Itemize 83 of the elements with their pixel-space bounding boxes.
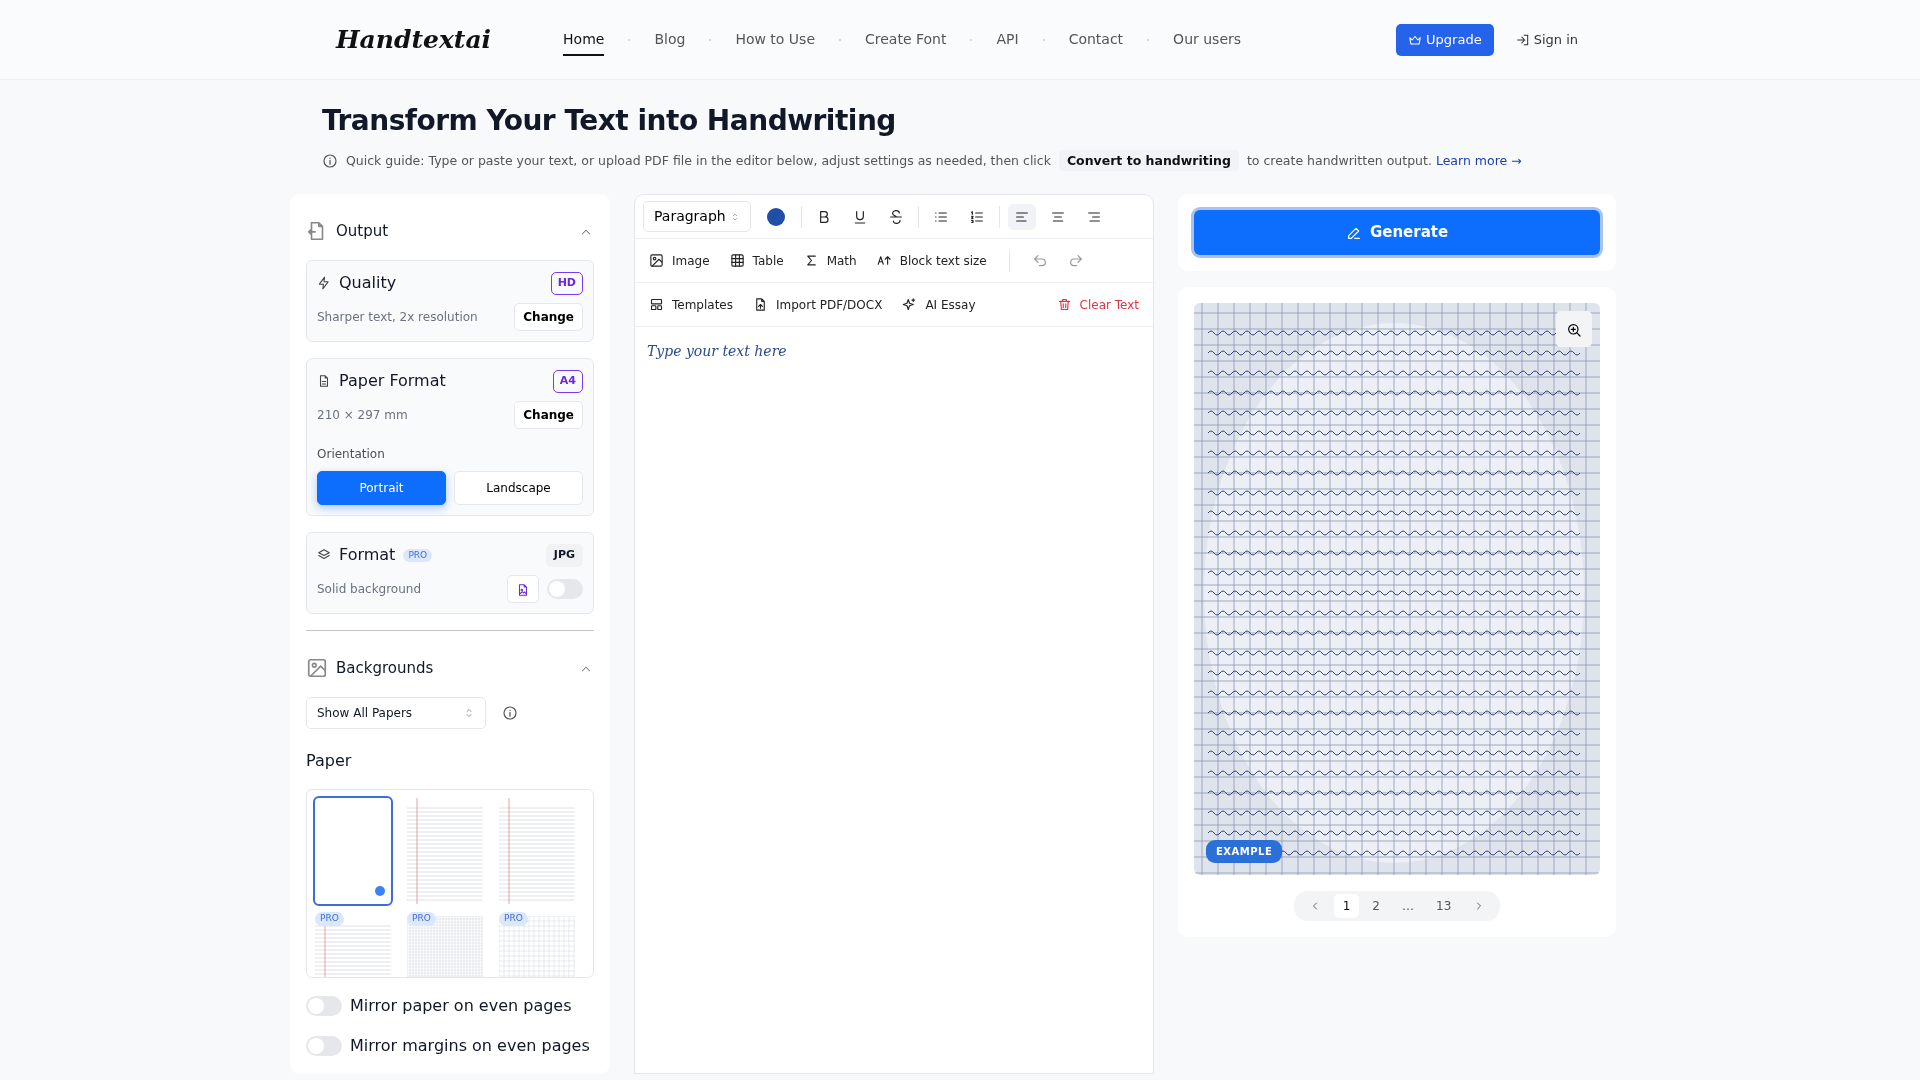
change-button[interactable]: Change	[514, 303, 583, 332]
toolbar-button[interactable]: AI Essay	[896, 291, 982, 318]
align-left-button[interactable]	[1007, 203, 1036, 230]
file-image-icon	[516, 582, 530, 597]
document-icon	[317, 374, 331, 389]
orientation-button[interactable]: Landscape	[454, 471, 583, 506]
text-editor-field[interactable]: Type your text here	[635, 327, 1153, 1068]
toggle-switch[interactable]	[306, 996, 342, 1017]
setting-title: Quality	[339, 272, 397, 295]
block-type-select[interactable]: Paragraph	[643, 201, 751, 233]
upgrade-button[interactable]: Upgrade	[1396, 24, 1494, 56]
logo-text: Handtextai	[336, 24, 492, 57]
sort-icon	[463, 707, 475, 720]
table-icon	[729, 253, 745, 269]
toolbar-button[interactable]: Math	[797, 247, 863, 274]
pro-badge: PRO	[407, 912, 436, 926]
zoom-in-icon	[1566, 321, 1582, 338]
nav-link[interactable]: Create Font	[865, 24, 947, 56]
value-badge: JPG	[545, 544, 583, 567]
page-title: Transform Your Text into Handwriting	[322, 104, 897, 138]
pro-badge: PRO	[499, 912, 528, 926]
nav-link[interactable]: Our users	[1173, 24, 1242, 56]
info-icon	[322, 152, 338, 169]
learn-more-link[interactable]: Learn more →	[1435, 152, 1522, 168]
paper-thumbnail[interactable]: PRO	[405, 914, 485, 978]
file-upload-icon	[753, 297, 768, 313]
toolbar-button[interactable]: Templates	[643, 291, 739, 318]
pro-badge: PRO	[403, 548, 433, 563]
paper-filter-select[interactable]: Show All Papers	[306, 697, 486, 730]
trash-icon	[1056, 297, 1072, 313]
setting-title: Paper Format	[339, 370, 446, 393]
setting-description: 210 × 297 mm	[317, 407, 408, 425]
numbered-list-icon	[968, 209, 985, 226]
page-button[interactable]: 2	[1363, 893, 1389, 918]
layout-icon	[649, 297, 664, 313]
setting-description: Sharper text, 2x resolution	[317, 309, 478, 327]
orientation-label: Orientation	[317, 446, 386, 464]
page-button[interactable]: 1	[1333, 893, 1360, 918]
lightning-icon	[317, 276, 331, 291]
section-title: Backgrounds	[336, 658, 434, 680]
example-badge: EXAMPLE	[1206, 839, 1283, 863]
image-icon	[649, 253, 664, 269]
nav-link[interactable]: Blog	[654, 24, 686, 56]
page-button[interactable]: …	[1393, 893, 1423, 918]
strikethrough-icon	[887, 209, 904, 226]
setting-title: Format	[339, 544, 396, 567]
pro-badge: PRO	[315, 912, 344, 926]
color-dot[interactable]	[766, 207, 785, 226]
section-title: Output	[336, 221, 389, 243]
selected-dot	[375, 886, 385, 897]
toolbar-button[interactable]: Import PDF/DOCX	[747, 291, 889, 318]
sign-in-button[interactable]: Sign in	[1509, 29, 1584, 51]
toolbar-button[interactable]: Table	[723, 247, 790, 274]
sign-in-icon	[1515, 33, 1530, 47]
toggle-label: Mirror margins on even pages	[350, 1035, 590, 1058]
value-badge: A4	[552, 370, 583, 393]
orientation-button[interactable]: Portrait	[317, 471, 446, 506]
guide-text: Quick guide: Type or paste your text, or upload PDF file in the editor below, adjust settings as needed, then click Convert to handwriting to create handwritten output. Learn more →	[346, 151, 1522, 171]
info-icon	[502, 705, 518, 722]
paper-thumbnail[interactable]	[313, 796, 393, 907]
toggle-switch[interactable]	[306, 1036, 342, 1057]
value-badge: HD	[550, 272, 583, 295]
paper-label: Paper	[306, 750, 353, 773]
toolbar-button[interactable]: Image	[643, 247, 716, 274]
page-button[interactable]: 13	[1427, 893, 1461, 918]
toggle-switch[interactable]	[547, 579, 583, 600]
toggle-label: Mirror paper on even pages	[350, 995, 572, 1018]
zoom-button[interactable]	[1556, 310, 1592, 347]
nav-link[interactable]: API	[996, 24, 1019, 56]
nav-link[interactable]: Contact	[1068, 24, 1124, 56]
clear-text-button[interactable]: Clear Text	[1050, 291, 1145, 318]
setting-description: Solid background	[317, 581, 422, 599]
generate-button[interactable]: Generate	[1194, 210, 1600, 255]
paper-thumbnail[interactable]: PRO	[497, 914, 577, 978]
nav-link[interactable]: How to Use	[735, 24, 816, 56]
change-button[interactable]: Change	[514, 401, 583, 430]
paper-thumbnail[interactable]: PRO	[313, 914, 393, 978]
toolbar-button[interactable]: Block text size	[870, 247, 993, 274]
image-icon	[306, 657, 328, 680]
file-button[interactable]	[507, 575, 539, 604]
sparkle-icon	[902, 297, 918, 313]
crown-icon	[1408, 33, 1423, 47]
nav-link[interactable]: Home	[563, 24, 605, 56]
